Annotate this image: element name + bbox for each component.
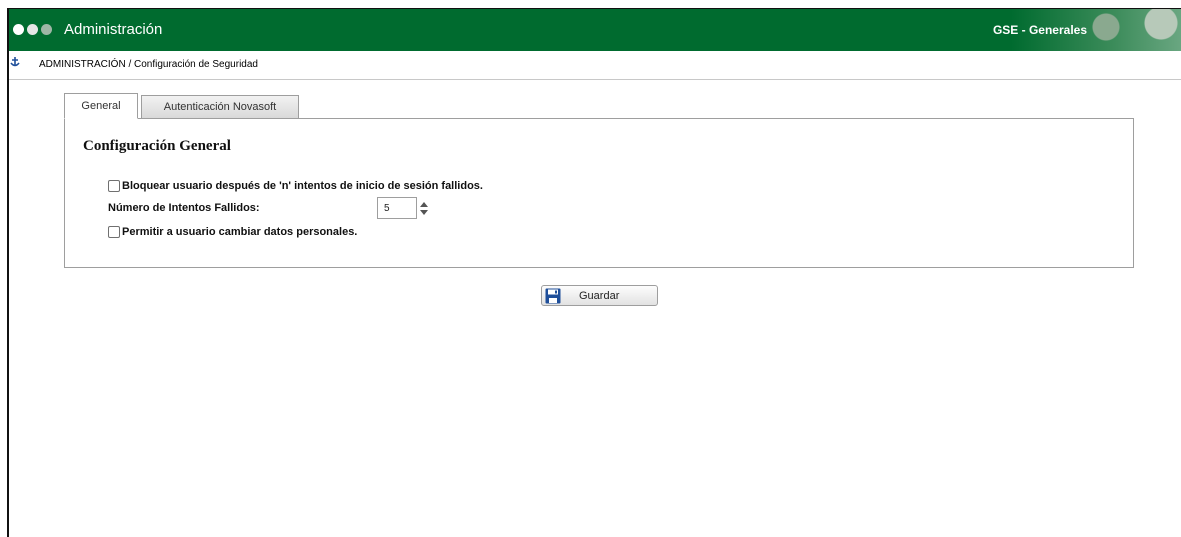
anchor-icon <box>10 57 20 67</box>
dot-icon <box>41 24 52 35</box>
lock-user-label: Bloquear usuario después de 'n' intentos… <box>122 180 483 192</box>
lock-user-checkbox[interactable] <box>108 180 120 192</box>
lock-user-row: Bloquear usuario después de 'n' intentos… <box>108 180 483 192</box>
allow-change-label: Permitir a usuario cambiar datos persona… <box>122 226 358 238</box>
settings-panel: Configuración General Bloquear usuario d… <box>64 118 1134 268</box>
tab-general[interactable]: General <box>64 93 138 119</box>
title-bar: Administración GSE - Generales <box>9 9 1181 51</box>
allow-change-checkbox[interactable] <box>108 226 120 238</box>
spin-down-icon[interactable] <box>420 209 428 215</box>
window-dots <box>13 24 52 35</box>
breadcrumb-bar: ADMINISTRACIÓN / Configuración de Seguri… <box>9 53 1181 80</box>
allow-change-row: Permitir a usuario cambiar datos persona… <box>108 226 357 238</box>
app-title: Administración <box>64 21 163 38</box>
failed-attempts-spinner <box>377 197 428 219</box>
failed-attempts-label: Número de Intentos Fallidos: <box>108 202 260 214</box>
save-button[interactable]: Guardar <box>541 285 658 306</box>
app-window: Administración GSE - Generales ADMINISTR… <box>7 8 1181 537</box>
dot-icon <box>13 24 24 35</box>
failed-attempts-input[interactable] <box>377 197 417 219</box>
spinner-buttons <box>420 201 428 215</box>
save-button-label: Guardar <box>579 289 620 302</box>
breadcrumb: ADMINISTRACIÓN / Configuración de Seguri… <box>39 59 258 70</box>
section-title: Configuración General <box>83 138 231 154</box>
floppy-disk-icon <box>545 288 561 303</box>
tab-autenticacion-novasoft[interactable]: Autenticación Novasoft <box>141 95 299 119</box>
spin-up-icon[interactable] <box>420 201 428 207</box>
module-title: GSE - Generales <box>992 23 1087 37</box>
dot-icon <box>27 24 38 35</box>
